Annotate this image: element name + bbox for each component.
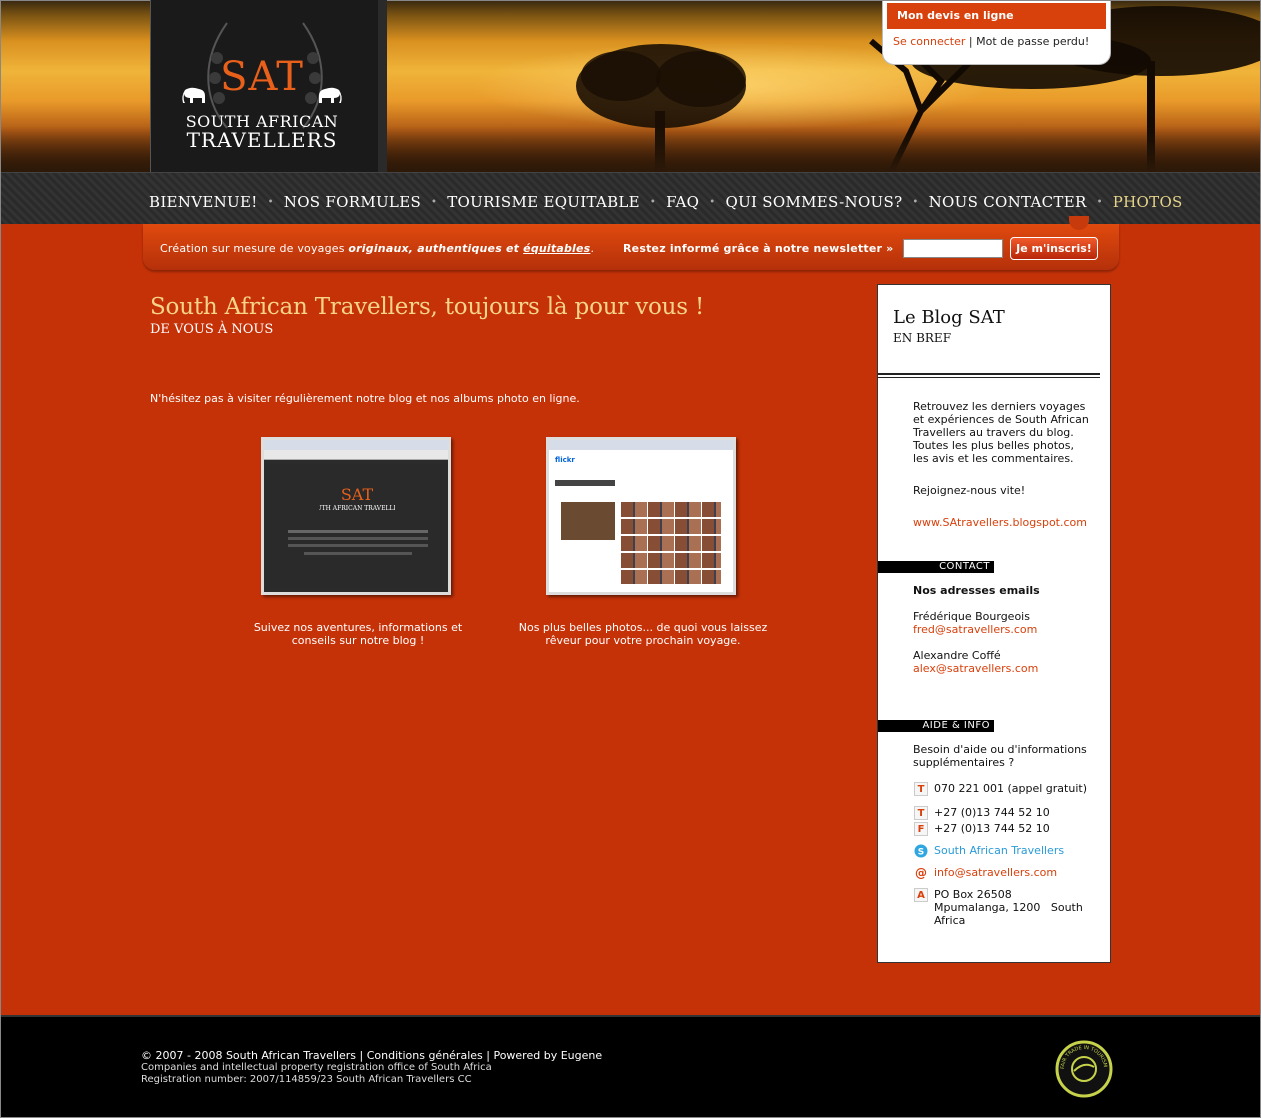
skype-icon: S xyxy=(914,844,928,858)
sidebar-title: Le Blog SAT xyxy=(893,307,1005,328)
blog-text-line: Toutes les plus belles photos, xyxy=(913,439,1074,452)
photos-caption-line1: Nos plus belles photos... de quoi vous l… xyxy=(518,621,768,634)
email-icon: @ xyxy=(915,866,927,880)
photos-caption: Nos plus belles photos... de quoi vous l… xyxy=(503,621,783,647)
flickr-screenshot-thumbnail[interactable]: flickr xyxy=(546,437,736,595)
page-title: South African Travellers, toujours là po… xyxy=(150,294,705,320)
logo-line2: TRAVELLERS xyxy=(186,128,338,152)
tagline-suffix: . xyxy=(590,242,595,255)
address-line: PO Box 26508 xyxy=(934,888,1012,901)
blog-caption-line2: conseils sur notre blog ! xyxy=(291,634,425,647)
blog-caption: Suivez nos aventures, informations et co… xyxy=(218,621,498,647)
login-separator: | xyxy=(968,35,973,48)
email-link-alex[interactable]: alex@satravellers.com xyxy=(913,662,1038,675)
help-text-line: Besoin d'aide ou d'informations xyxy=(913,743,1087,756)
contact-person-2: Alexandre Coffé xyxy=(913,649,1001,662)
help-heading: AIDE & INFO xyxy=(878,720,994,732)
footer-text: © 2007 - 2008 South African Travellers |… xyxy=(141,1050,602,1086)
tagline-underline: équitables xyxy=(523,242,591,255)
skype-link[interactable]: South African Travellers xyxy=(934,844,1064,857)
nav-separator: • xyxy=(649,196,657,208)
emails-title: Nos adresses emails xyxy=(913,584,1040,597)
address-icon: A xyxy=(914,888,928,902)
nav-separator: • xyxy=(912,196,919,208)
newsletter-label: Restez informé grâce à notre newsletter … xyxy=(623,242,894,255)
sidebar-subtitle: EN BREF xyxy=(893,331,952,345)
contact-heading: CONTACT xyxy=(878,561,994,573)
nav-item-tourisme-equitable[interactable]: TOURISME EQUITABLE xyxy=(447,193,640,211)
forgot-password-link[interactable]: Mot de passe perdu! xyxy=(976,35,1089,48)
photos-caption-line2: rêveur pour votre prochain voyage. xyxy=(545,634,741,647)
tagline: Création sur mesure de voyages originaux… xyxy=(160,242,594,255)
footer: © 2007 - 2008 South African Travellers |… xyxy=(1,1015,1260,1117)
tagline-prefix: Création sur mesure de voyages xyxy=(160,242,349,255)
tagline-bold: originaux, authentiques et xyxy=(348,242,524,255)
blog-text-line: les avis et les commentaires. xyxy=(913,452,1074,465)
svg-text:SOUTH AFRICAN TRAVELLERS: SOUTH AFRICAN TRAVELLERS xyxy=(319,505,395,512)
nav-item-photos[interactable]: PHOTOS xyxy=(1113,193,1183,211)
blog-screenshot-thumbnail[interactable]: SAT SOUTH AFRICAN TRAVELLERS xyxy=(261,437,451,595)
nav-separator: • xyxy=(709,196,716,208)
phone-icon: T xyxy=(914,782,928,796)
blog-text-line: et expériences de South African xyxy=(913,413,1089,426)
nav-item-faq[interactable]: FAQ xyxy=(666,193,699,211)
blog-caption-line1: Suivez nos aventures, informations et xyxy=(253,621,463,634)
footer-registration-number: Registration number: 2007/114859/23 Sout… xyxy=(141,1074,472,1085)
nav-separator: • xyxy=(267,196,274,208)
blog-link[interactable]: www.SAtravellers.blogspot.com xyxy=(913,516,1087,529)
tagline-newsletter-bar: Création sur mesure de voyages originaux… xyxy=(143,216,1119,270)
nav-item-qui-sommes-nous[interactable]: QUI SOMMES-NOUS? xyxy=(725,193,902,211)
page-subtitle: DE VOUS À NOUS xyxy=(150,322,274,337)
help-text-line: supplémentaires ? xyxy=(913,756,1015,769)
subscribe-button[interactable]: Je m'inscris! xyxy=(1010,237,1098,260)
help-text: Besoin d'aide ou d'informations suppléme… xyxy=(913,743,1087,769)
nav-separator: • xyxy=(1096,196,1103,208)
blog-text-line: Retrouvez les derniers voyages xyxy=(913,400,1086,413)
contact-person-1: Frédérique Bourgeois xyxy=(913,610,1030,623)
blog-logo-icon: SAT SOUTH AFRICAN TRAVELLERS xyxy=(319,485,395,512)
nav-item-bienvenue[interactable]: BIENVENUE! xyxy=(149,193,258,211)
sidebar: Le Blog SAT EN BREF Retrouvez les dernie… xyxy=(877,284,1111,963)
fax-number: +27 (0)13 744 52 10 xyxy=(934,822,1050,835)
address-line: Africa xyxy=(934,914,966,927)
footer-registration-office: Companies and intellectual property regi… xyxy=(141,1062,492,1073)
nav-item-nous-contacter[interactable]: NOUS CONTACTER xyxy=(929,193,1087,211)
main-content: South African Travellers, toujours là po… xyxy=(150,294,860,405)
join-text: Rejoignez-nous vite! xyxy=(913,484,1026,497)
login-link[interactable]: Se connecter xyxy=(893,35,965,48)
sidebar-divider xyxy=(878,377,1100,378)
sidebar-divider xyxy=(878,373,1100,375)
blog-text-line: Travellers au travers du blog. xyxy=(913,426,1074,439)
quote-login-box: Mon devis en ligne Se connecter | Mot de… xyxy=(882,1,1111,65)
quote-online-button[interactable]: Mon devis en ligne xyxy=(887,3,1106,29)
logo-abbr: SAT xyxy=(220,54,304,100)
fax-icon: F xyxy=(914,822,928,836)
phone-icon: T xyxy=(914,806,928,820)
svg-text:S: S xyxy=(918,848,924,858)
phone-free: 070 221 001 (appel gratuit) xyxy=(934,782,1087,795)
blog-description: Retrouvez les derniers voyages et expéri… xyxy=(913,400,1089,465)
svg-text:SAT: SAT xyxy=(341,485,374,504)
postal-address: PO Box 26508 Mpumalanga, 1200 South Afri… xyxy=(934,888,1083,927)
nav-active-indicator xyxy=(1069,216,1089,230)
site-logo[interactable]: SAT SOUTH AFRICAN TRAVELLERS xyxy=(150,0,387,172)
info-email-link[interactable]: info@satravellers.com xyxy=(934,866,1057,879)
intro-text: N'hésitez pas à visiter régulièrement no… xyxy=(150,392,580,405)
email-link-fred[interactable]: fred@satravellers.com xyxy=(913,623,1037,636)
address-line: Mpumalanga, 1200 South xyxy=(934,901,1083,914)
newsletter-email-input[interactable] xyxy=(903,239,1003,258)
fair-trade-badge-icon[interactable]: FAIR TRADE IN TOURISM SOUTH AFRICA xyxy=(1054,1039,1114,1099)
nav-separator: • xyxy=(431,196,438,208)
footer-copyright: © 2007 - 2008 South African Travellers |… xyxy=(141,1049,603,1062)
phone-number: +27 (0)13 744 52 10 xyxy=(934,806,1050,819)
nav-item-nos-formules[interactable]: NOS FORMULES xyxy=(284,193,421,211)
